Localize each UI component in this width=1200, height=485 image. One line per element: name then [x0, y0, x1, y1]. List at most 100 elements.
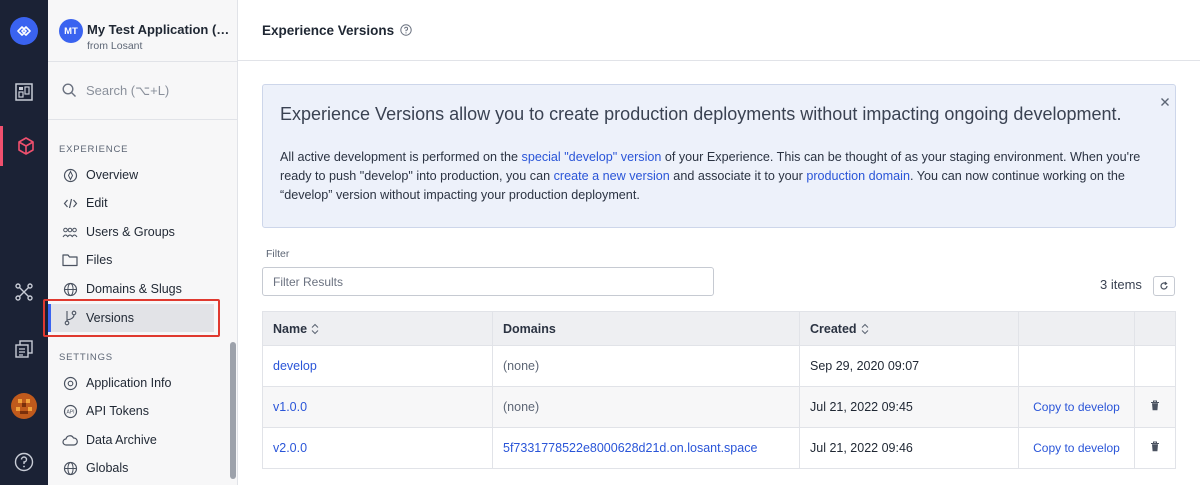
cube-icon [17, 137, 34, 155]
sidebar-item-versions[interactable]: Versions [48, 304, 214, 332]
items-count: 3 items [1100, 277, 1142, 292]
sidebar-scrollbar[interactable] [230, 342, 236, 479]
rail-devices-button[interactable] [0, 329, 48, 369]
sidebar-item-label: Data Archive [86, 433, 157, 447]
user-avatar-icon [11, 393, 37, 419]
sidebar-item-domains-slugs[interactable]: Domains & Slugs [48, 275, 216, 303]
column-label: Domains [503, 321, 556, 336]
table-header-row: Name Domains Created [263, 312, 1175, 345]
globe-icon [62, 460, 78, 476]
rail-experience-button[interactable] [0, 126, 48, 166]
folder-icon [62, 252, 78, 268]
filter-input[interactable] [262, 267, 714, 296]
create-version-link[interactable]: create a new version [554, 169, 670, 183]
sidebar: MT My Test Application (Lo... from Losan… [48, 0, 238, 485]
version-name-link[interactable]: v1.0.0 [273, 400, 307, 414]
production-domain-link[interactable]: production domain [806, 169, 910, 183]
table-row: v1.0.0 (none) Jul 21, 2022 09:45 Copy to… [263, 386, 1175, 427]
sort-icon [311, 323, 319, 335]
sidebar-item-overview[interactable]: Overview [48, 161, 216, 189]
domains-cell: (none) [492, 387, 799, 427]
help-circle-icon [14, 452, 34, 472]
domains-cell: (none) [492, 346, 799, 386]
help-icon[interactable] [400, 24, 412, 36]
sort-icon [861, 323, 869, 335]
column-label: Name [273, 321, 308, 336]
trash-icon[interactable] [1150, 441, 1160, 455]
app-avatar: MT [59, 19, 83, 43]
info-text: and associate it to your [669, 169, 807, 183]
column-header-name[interactable]: Name [263, 312, 492, 345]
version-name-link[interactable]: develop [273, 359, 317, 373]
info-title: Experience Versions allow you to create … [280, 104, 1122, 124]
version-name-cell: develop [263, 346, 492, 386]
api-icon: API [62, 403, 78, 419]
page-header: Experience Versions [238, 0, 1200, 61]
rail-workflows-button[interactable] [0, 272, 48, 312]
refresh-icon [1160, 281, 1168, 290]
column-label: Created [810, 321, 857, 336]
users-icon [62, 224, 78, 240]
sidebar-item-label: Globals [86, 461, 129, 475]
sidebar-item-label: Versions [86, 311, 134, 325]
column-header-delete [1134, 312, 1175, 345]
version-name-link[interactable]: v2.0.0 [273, 441, 307, 455]
close-icon[interactable] [1159, 95, 1171, 107]
created-cell: Jul 21, 2022 09:45 [799, 387, 1018, 427]
filter-label: Filter [266, 248, 290, 260]
overview-icon [62, 167, 78, 183]
info-body: All active development is performed on t… [280, 148, 1160, 205]
column-header-created[interactable]: Created [799, 312, 1018, 345]
sidebar-item-api-tokens[interactable]: API API Tokens [48, 397, 216, 425]
table-row: v2.0.0 5f7331778522e8000628d21d.on.losan… [263, 427, 1175, 468]
created-cell: Sep 29, 2020 09:07 [799, 346, 1018, 386]
code-icon [62, 195, 78, 211]
info-callout: Experience Versions allow you to create … [262, 84, 1176, 228]
sidebar-item-application-info[interactable]: Application Info [48, 369, 216, 397]
search-icon [62, 83, 76, 97]
delete-cell [1134, 387, 1175, 427]
svg-text:API: API [66, 409, 74, 415]
develop-version-link[interactable]: special "develop" version [522, 150, 662, 164]
rail-help-button[interactable] [0, 442, 48, 482]
sidebar-item-edit[interactable]: Edit [48, 189, 216, 217]
sidebar-item-data-archive[interactable]: Data Archive [48, 426, 216, 454]
page-title: Experience Versions [262, 22, 395, 38]
copy-to-develop-button[interactable]: Copy to develop [1033, 441, 1120, 455]
losant-logo-button[interactable] [0, 11, 48, 51]
section-label-experience: EXPERIENCE [59, 144, 129, 155]
sidebar-item-users-groups[interactable]: Users & Groups [48, 218, 216, 246]
user-avatar-button[interactable] [0, 386, 48, 426]
created-cell: Jul 21, 2022 09:46 [799, 428, 1018, 468]
branch-icon [62, 310, 78, 326]
column-header-domains: Domains [492, 312, 799, 345]
delete-cell [1134, 428, 1175, 468]
sidebar-item-label: Users & Groups [86, 225, 175, 239]
sidebar-item-label: Edit [86, 196, 108, 210]
sidebar-item-label: Overview [86, 168, 139, 182]
info-text: All active development is performed on t… [280, 150, 522, 164]
sidebar-item-files[interactable]: Files [48, 246, 216, 274]
table-row: develop (none) Sep 29, 2020 09:07 [263, 345, 1175, 386]
globe-icon [62, 281, 78, 297]
version-name-cell: v1.0.0 [263, 387, 492, 427]
domain-link[interactable]: 5f7331778522e8000628d21d.on.losant.space [503, 441, 757, 455]
copy-to-develop-button[interactable]: Copy to develop [1033, 400, 1120, 414]
sidebar-item-label: API Tokens [86, 404, 150, 418]
sidebar-item-label: Application Info [86, 376, 172, 390]
action-cell: Copy to develop [1018, 428, 1134, 468]
app-name: My Test Application (Lo... [87, 22, 235, 37]
rail-dashboards-button[interactable] [0, 72, 48, 112]
trash-icon[interactable] [1150, 400, 1160, 414]
sidebar-item-globals[interactable]: Globals [48, 454, 216, 482]
search-placeholder: Search (⌥+L) [86, 82, 170, 98]
dashboard-icon [15, 83, 33, 101]
sidebar-search[interactable]: Search (⌥+L) [48, 62, 237, 120]
application-switcher[interactable]: MT My Test Application (Lo... from Losan… [48, 0, 237, 62]
action-cell [1018, 346, 1134, 386]
section-label-settings: SETTINGS [59, 352, 113, 363]
sidebar-item-label: Files [86, 253, 113, 267]
refresh-button[interactable] [1153, 276, 1175, 296]
action-cell: Copy to develop [1018, 387, 1134, 427]
gear-icon [62, 375, 78, 391]
